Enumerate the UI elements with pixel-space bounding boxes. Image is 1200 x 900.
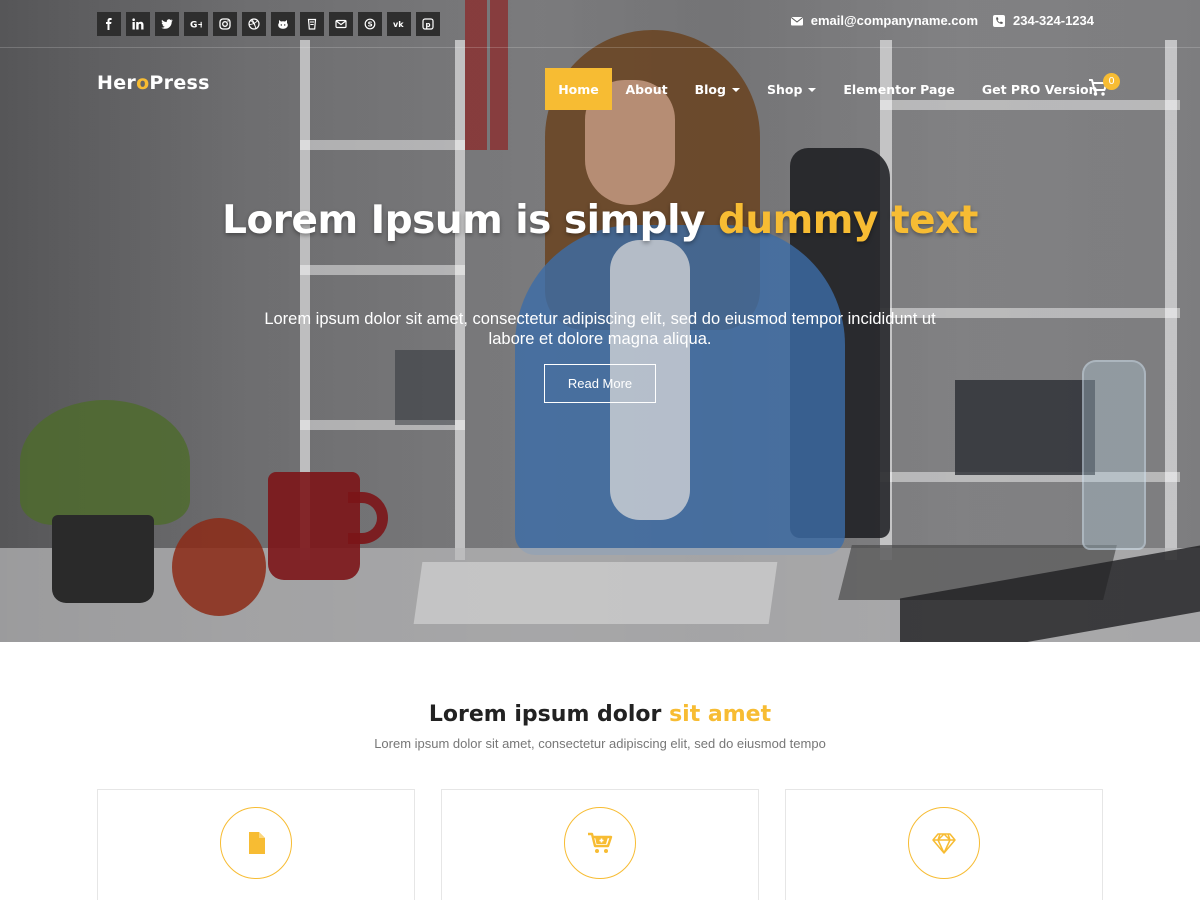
feature-card [785,789,1103,900]
svg-text:p: p [426,21,431,29]
nav-item-blog[interactable]: Blog [681,68,753,110]
site-logo[interactable]: Her o Press [97,72,210,94]
nav-item-shop[interactable]: Shop [753,68,829,110]
feature-icon-circle [908,807,980,879]
svg-text:S: S [368,21,373,29]
nav-label-home: Home [558,81,599,97]
section-title-accent: sit amet [669,702,772,727]
phone-contact[interactable]: 234-324-1234 [992,13,1094,28]
social-links: G+ S vk p [97,12,440,36]
phone-icon [993,14,1006,27]
logo-text-part2: Press [149,72,210,94]
feature-card [441,789,759,900]
email-text: email@companyname.com [810,13,979,28]
nav-item-about[interactable]: About [612,68,681,110]
instagram-icon[interactable] [213,12,237,36]
main-nav: Home About Blog Shop Elementor Page Get … [545,68,1111,110]
hero-subtitle: Lorem ipsum dolor sit amet, consectetur … [264,310,936,348]
feature-icon-circle [220,807,292,879]
feature-icon-circle [564,807,636,879]
skype-icon[interactable]: S [358,12,382,36]
section-title-dark: Lorem ipsum dolor [428,702,670,727]
email-contact[interactable]: email@companyname.com [790,13,978,28]
dribbble-icon[interactable] [242,12,266,36]
nav-item-elementor-page[interactable]: Elementor Page [830,68,968,110]
cart-count-badge: 0 [1103,73,1120,90]
twitter-icon[interactable] [155,12,179,36]
read-more-button[interactable]: Read More [544,364,656,403]
nav-label-blog: Blog [694,81,726,97]
nav-item-home[interactable]: Home [545,68,612,110]
nav-label-elementor-page: Elementor Page [843,81,955,97]
google-plus-icon[interactable]: G+ [184,12,208,36]
nav-label-shop: Shop [766,81,803,97]
svg-text:G+: G+ [190,21,202,31]
envelope-icon [790,16,803,25]
logo-text-part1: Her [97,72,137,94]
section-subtitle: Lorem ipsum dolor sit amet, consectetur … [374,736,826,751]
chevron-down-icon [808,88,817,92]
cart-plus-icon [588,832,613,853]
feature-card [97,789,415,900]
vk-icon[interactable]: vk [387,12,411,36]
pinterest-icon[interactable]: p [416,12,440,36]
hero-title-white: Lorem Ipsum is simply [222,198,718,243]
logo-text-o: o [136,72,150,94]
phone-text: 234-324-1234 [1013,13,1094,28]
email-icon[interactable] [329,12,353,36]
top-bar: G+ S vk p email@companyname.com 234-324-… [0,0,1200,48]
contact-info: email@companyname.com 234-324-1234 [790,13,1094,28]
diamond-icon [932,833,956,854]
nav-label-get-pro-version: Get PRO Version [981,81,1098,97]
section-title: Lorem ipsum dolor sit amet [0,702,1200,727]
nav-label-about: About [625,81,668,97]
linkedin-icon[interactable] [126,12,150,36]
hero-title-accent: dummy text [717,198,978,243]
github-icon[interactable] [271,12,295,36]
hero-title: Lorem Ipsum is simply dummy text [200,196,1000,245]
fivehundredpx-icon[interactable] [300,12,324,36]
file-icon [249,832,265,854]
facebook-icon[interactable] [97,12,121,36]
svg-text:vk: vk [393,20,404,29]
chevron-down-icon [731,88,740,92]
